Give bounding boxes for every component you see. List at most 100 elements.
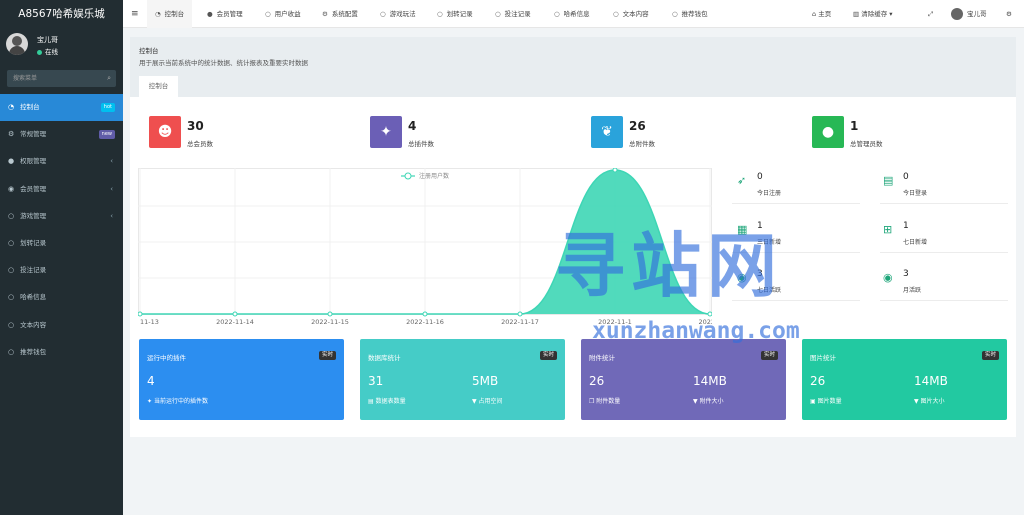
tab-text[interactable]: ○ 文本内容 [613, 0, 649, 28]
sidebar-item-bets[interactable]: ○ 投注记录 [0, 257, 123, 284]
tab-label: 文本内容 [622, 10, 649, 18]
sidebar-item-label: 控制台 [20, 103, 40, 111]
sidebar-item-label: 划转记录 [20, 238, 47, 247]
stat-value: 26 [629, 119, 646, 133]
sidebar-item-games[interactable]: ○ 游戏管理 ‹ [0, 203, 123, 230]
card-value: 31 [368, 374, 384, 388]
circle-icon: ○ [265, 10, 271, 18]
tab-hash-info[interactable]: ○ 哈希信息 [554, 0, 590, 28]
home-button[interactable]: ⌂ 主页 [812, 0, 831, 28]
chart-point [422, 311, 428, 317]
mini-stat-value: 3 [903, 269, 909, 279]
app-logo[interactable]: A8567哈希娱乐城 [0, 0, 123, 28]
chart-point [138, 311, 143, 317]
sidebar-item-hash-info[interactable]: ○ 哈希信息 [0, 284, 123, 311]
sidebar-item-transfers[interactable]: ○ 划转记录 [0, 230, 123, 257]
realtime-badge: 实时 [318, 351, 336, 360]
sidebar-item-wallet[interactable]: ○ 推荐钱包 [0, 339, 123, 366]
divider [732, 203, 860, 204]
user-circle-icon: ◉ [883, 271, 893, 284]
tab-dashboard[interactable]: ◔ 控制台 [147, 0, 193, 28]
user-status-label: 在线 [45, 48, 58, 56]
card-database-stats: 数据库统计 实时 31 5MB ▤ 数据表数量 ▼ 占用空间 [360, 339, 565, 420]
card-value: 4 [147, 374, 155, 388]
trash-icon: ▥ [853, 10, 862, 18]
card-title: 附件统计 [589, 354, 615, 362]
stat-value: 30 [187, 119, 204, 133]
leaf-icon: ❦ [591, 116, 623, 148]
panel-header: 控制台 用于展示当前系统中的统计数据、统计报表及重要实时数据 控制台 [130, 37, 1016, 97]
sidebar-item-dashboard[interactable]: ◔ 控制台 hot [0, 94, 123, 122]
menu-toggle-icon[interactable]: ≡ [131, 0, 139, 28]
watermark-cn: 寻站网 [555, 225, 783, 307]
user-menu[interactable]: 宝儿哥 [951, 0, 987, 28]
clear-cache-button[interactable]: ▥ 清除缓存 ▾ [853, 0, 893, 28]
divider [880, 203, 1008, 204]
circle-icon: ○ [8, 211, 15, 220]
fullscreen-icon[interactable]: ⤢ [928, 0, 933, 28]
tab-label: 哈希信息 [563, 10, 590, 18]
page-title: 控制台 [139, 47, 159, 55]
users-icon: ● [8, 157, 15, 166]
mini-stat-label: 今日注册 [757, 190, 782, 197]
settings-icon[interactable]: ⚙ [1006, 0, 1012, 28]
card-value-secondary: 14MB [914, 374, 948, 388]
card-subtext-label: 当前运行中的插件数 [153, 398, 208, 405]
realtime-badge: 实时 [760, 351, 778, 360]
chart-x-tick-label: 2022-11-17 [501, 318, 539, 326]
sidebar-item-permissions[interactable]: ● 权限管理 ‹ [0, 148, 123, 175]
cogs-icon: ⚙ [8, 130, 15, 139]
id-card-icon: ▤ [883, 174, 894, 187]
mini-stat-value: 1 [903, 221, 909, 231]
tab-system-config[interactable]: ⚙ 系统配置 [322, 0, 358, 28]
card-subtext-label: 图片大小 [920, 398, 945, 405]
tab-label: 系统配置 [331, 10, 358, 18]
panel-tab-dashboard[interactable]: 控制台 [139, 76, 178, 97]
tab-bets[interactable]: ○ 投注记录 [495, 0, 531, 28]
cogs-icon: ⚙ [322, 10, 328, 18]
tab-label: 投注记录 [504, 10, 531, 18]
user-icon: ● [207, 10, 213, 18]
sidebar-item-members[interactable]: ◉ 会员管理 ‹ [0, 176, 123, 203]
tab-members[interactable]: ● 会员管理 [207, 0, 243, 28]
avatar [951, 8, 963, 20]
sidebar-item-label: 文本内容 [20, 320, 47, 329]
magic-icon: ✦ [370, 116, 402, 148]
circle-icon: ○ [437, 10, 443, 18]
search-input[interactable] [7, 70, 116, 87]
sidebar-item-label: 会员管理 [20, 184, 47, 193]
tab-label: 会员管理 [216, 10, 243, 18]
username: 宝儿哥 [967, 10, 987, 18]
card-subtext-label: 附件大小 [699, 398, 724, 405]
chevron-left-icon: ‹ [110, 157, 113, 166]
sidebar-item-text[interactable]: ○ 文本内容 [0, 312, 123, 339]
tab-transfers[interactable]: ○ 划转记录 [437, 0, 473, 28]
sidebar-item-general[interactable]: ⚙ 常规管理 new [0, 121, 123, 148]
tab-earnings[interactable]: ○ 用户收益 [265, 0, 301, 28]
chevron-left-icon: ‹ [110, 184, 113, 193]
new-badge: new [98, 130, 115, 140]
tab-label: 划转记录 [446, 10, 473, 18]
sidebar-item-label: 权限管理 [20, 157, 47, 166]
circle-icon: ○ [380, 10, 386, 18]
card-title: 数据库统计 [368, 354, 401, 362]
tab-gameplay[interactable]: ○ 游戏玩法 [380, 0, 416, 28]
tab-wallet[interactable]: ○ 推荐钱包 [672, 0, 708, 28]
dashboard-icon: ◔ [155, 10, 161, 18]
stat-label: 总插件数 [408, 140, 434, 148]
circle-icon: ○ [8, 238, 15, 247]
circle-icon: ○ [8, 293, 15, 302]
mini-stat-value: 0 [757, 172, 763, 182]
chart-x-tick-label: 2022-11-16 [406, 318, 444, 326]
image-icon: ▣ [810, 398, 818, 405]
card-title: 运行中的插件 [147, 354, 186, 362]
search-icon[interactable]: ⌕ [107, 74, 111, 83]
stat-value: 1 [850, 119, 859, 133]
sidebar-item-label: 常规管理 [20, 130, 47, 139]
circle-icon: ○ [8, 266, 15, 275]
circle-icon: ○ [613, 10, 619, 18]
sidebar: A8567哈希娱乐城 宝儿哥 在线 ⌕ ◔ 控制台 hot ⚙ 常规管理 new… [0, 0, 123, 515]
card-value: 26 [810, 374, 826, 388]
sidebar-search: ⌕ [7, 70, 116, 87]
chart-legend-label: 注册用户数 [419, 172, 449, 180]
